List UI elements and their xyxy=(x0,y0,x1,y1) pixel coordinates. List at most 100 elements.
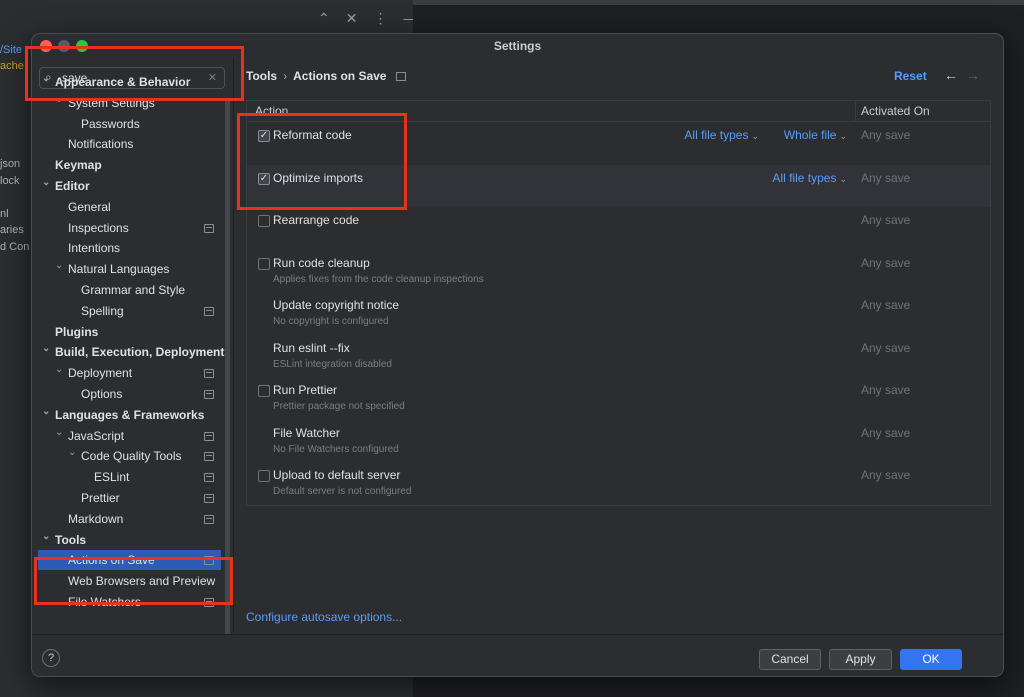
table-row[interactable]: Rearrange code Any save xyxy=(247,207,990,249)
chevron-down-icon[interactable]: ⌄ xyxy=(42,402,50,422)
action-name: Update copyright notice xyxy=(273,298,400,312)
forward-arrow-icon[interactable]: → xyxy=(966,67,980,83)
file-types-dropdown[interactable]: All file types ⌄ xyxy=(772,171,847,185)
breadcrumb-parent[interactable]: Tools xyxy=(246,69,277,83)
activated-on-value[interactable]: Any save xyxy=(861,426,910,440)
project-scope-icon xyxy=(204,514,214,524)
tree-item-editor[interactable]: ⌄ Editor xyxy=(32,176,233,196)
action-description: Applies fixes from the code cleanup insp… xyxy=(273,273,484,285)
chevron-down-icon[interactable]: ⌄ xyxy=(42,173,50,193)
tree-item-label: Editor xyxy=(55,179,90,193)
back-arrow-icon[interactable]: ← xyxy=(944,67,958,83)
activated-on-value[interactable]: Any save xyxy=(861,128,910,142)
tree-item-label: Prettier xyxy=(81,491,120,505)
dialog-footer: ? Cancel Apply OK xyxy=(32,634,1003,676)
activated-on-value[interactable]: Any save xyxy=(861,213,910,227)
tree-item-inspections[interactable]: Inspections xyxy=(32,218,233,238)
apply-button[interactable]: Apply xyxy=(829,649,892,670)
project-scope-icon xyxy=(204,452,214,462)
table-row[interactable]: File Watcher No File Watchers configured A… xyxy=(247,420,990,462)
settings-tree-panel: ⌕ save ✕ ⌄ Appearance & Behavior ⌄ System S… xyxy=(32,58,233,654)
bg-file: json xyxy=(0,158,21,170)
bg-file: nl xyxy=(0,208,9,220)
action-checkbox[interactable] xyxy=(258,470,270,482)
tree-item-eslint[interactable]: ESLint xyxy=(32,467,233,487)
tree-item-grammar-and-style[interactable]: Grammar and Style xyxy=(32,280,233,300)
panel-divider[interactable] xyxy=(233,58,234,633)
chevron-down-icon[interactable]: ⌄ xyxy=(42,339,50,359)
table-row[interactable]: Run eslint --fix ESLint integration disab… xyxy=(247,335,990,377)
action-name: Upload to default server xyxy=(273,468,401,482)
tree-item-label: Code Quality Tools xyxy=(81,449,182,464)
cancel-button[interactable]: Cancel xyxy=(759,649,821,670)
help-icon[interactable]: ? xyxy=(42,649,60,667)
project-scope-icon xyxy=(204,223,214,233)
chevron-down-icon[interactable]: ⌄ xyxy=(55,256,63,276)
scope-dropdown-label: Whole file xyxy=(783,128,837,142)
tree-item-javascript[interactable]: ⌄ JavaScript xyxy=(32,426,233,446)
table-row[interactable]: Update copyright notice No copyright is c… xyxy=(247,292,990,334)
project-scope-icon xyxy=(204,306,214,316)
chevron-down-icon[interactable]: ⌄ xyxy=(42,527,50,547)
reset-link[interactable]: Reset xyxy=(894,69,927,83)
table-row[interactable]: Run code cleanup Applies fixes from the c… xyxy=(247,250,990,292)
highlight-box-actions-on-save xyxy=(34,557,233,605)
action-description: ESLint integration disabled xyxy=(273,358,392,370)
tree-item-markdown[interactable]: Markdown xyxy=(32,509,233,529)
activated-on-value[interactable]: Any save xyxy=(861,383,910,397)
action-checkbox[interactable] xyxy=(258,257,270,270)
project-scope-icon xyxy=(204,494,214,503)
tree-item-deployment[interactable]: ⌄ Deployment xyxy=(32,363,233,383)
tree-item-label: Tools xyxy=(55,532,87,547)
tree-item-label: Options xyxy=(81,387,123,401)
bg-file: aries xyxy=(0,224,24,236)
chevron-down-icon[interactable]: ⌄ xyxy=(55,360,63,380)
column-divider xyxy=(855,101,856,121)
activated-on-value[interactable]: Any save xyxy=(861,171,910,185)
action-checkbox[interactable] xyxy=(258,385,270,397)
highlight-box-actions xyxy=(237,113,407,210)
tree-item-passwords[interactable]: Passwords xyxy=(32,114,233,134)
action-checkbox[interactable] xyxy=(258,215,270,227)
tree-item-tools[interactable]: ⌄ Tools xyxy=(32,530,233,550)
project-scope-icon xyxy=(204,390,214,399)
tree-item-general[interactable]: General xyxy=(32,197,233,217)
tree-item-prettier[interactable]: Prettier xyxy=(32,488,233,508)
ide-toolbar: ⌃ ✕ ⋮ — xyxy=(0,0,417,36)
ok-button[interactable]: OK xyxy=(900,649,962,670)
ide-toolbar-icons: ⌃ ✕ ⋮ — xyxy=(318,10,417,27)
tree-item-label: Intentions xyxy=(68,241,121,256)
tree-item-natural-languages[interactable]: ⌄ Natural Languages xyxy=(32,259,233,279)
bg-file: d Con xyxy=(0,241,30,253)
configure-autosave-link[interactable]: Configure autosave options... xyxy=(246,610,402,624)
action-name: Run eslint --fix xyxy=(273,340,350,355)
file-types-dropdown-label: All file types xyxy=(684,128,749,142)
file-types-dropdown[interactable]: All file types ⌄ xyxy=(684,128,759,142)
tree-item-keymap[interactable]: Keymap xyxy=(32,155,233,175)
project-scope-icon xyxy=(204,369,214,379)
tree-item-options[interactable]: Options xyxy=(32,384,233,404)
activated-on-value[interactable]: Any save xyxy=(861,256,910,270)
tree-item-code-quality-tools[interactable]: ⌄ Code Quality Tools xyxy=(32,446,233,466)
expand-collapse-icon[interactable]: ⌃ xyxy=(318,10,330,27)
project-scope-icon xyxy=(204,431,214,441)
tree-item-notifications[interactable]: Notifications xyxy=(32,134,233,154)
activated-on-value[interactable]: Any save xyxy=(861,298,910,312)
project-scope-icon xyxy=(396,72,407,81)
action-name: Rearrange code xyxy=(273,213,360,227)
scope-dropdown[interactable]: Whole file ⌄ xyxy=(784,128,847,142)
chevron-down-icon[interactable]: ⌄ xyxy=(68,443,76,463)
breadcrumb: Tools › Actions on Save xyxy=(246,69,407,83)
table-row[interactable]: Run Prettier Prettier package not specifi… xyxy=(247,377,990,419)
table-row[interactable]: Upload to default server Default server i… xyxy=(247,462,990,504)
more-icon[interactable]: ⋮ xyxy=(373,10,387,27)
action-description: No copyright is configured xyxy=(273,316,389,327)
chevron-down-icon[interactable]: ⌄ xyxy=(55,423,63,443)
activated-on-value[interactable]: Any save xyxy=(861,468,910,482)
activated-on-value[interactable]: Any save xyxy=(861,341,910,355)
close-icon[interactable]: ✕ xyxy=(346,10,358,27)
tree-item-spelling[interactable]: Spelling xyxy=(32,301,233,321)
bg-path-2: ache xyxy=(0,60,24,72)
tree-item-plugins[interactable]: Plugins xyxy=(32,322,233,342)
column-header-activated-on[interactable]: Activated On xyxy=(861,104,930,118)
